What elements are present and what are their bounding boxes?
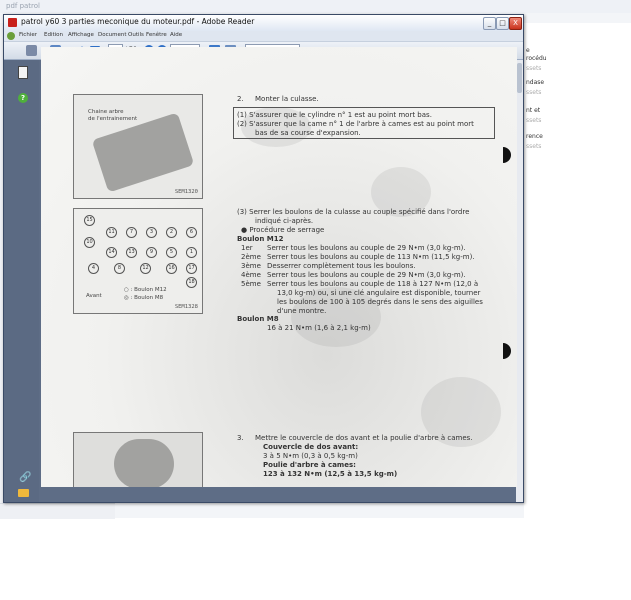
back-icon[interactable]: [7, 32, 15, 40]
sequence-text: Serrer tous les boulons au couple de 29 …: [267, 271, 466, 279]
vertical-scrollbar[interactable]: [516, 60, 523, 502]
sequence-text: 13,0 kg-m) ou, si une clé angulaire est …: [277, 289, 481, 297]
pulley-torque: 123 à 132 N•m (12,5 à 13,5 kg-m): [263, 470, 398, 478]
figure-code: SEM1328: [174, 304, 198, 310]
bolt-marker: 2: [166, 227, 177, 238]
bolt-marker: 3: [146, 227, 157, 238]
sequence-text: Serrer tous les boulons au couple de 118…: [267, 280, 479, 288]
right-text[interactable]: rence: [526, 133, 543, 140]
attachment-icon[interactable]: 🔗: [19, 472, 31, 483]
menu-outils[interactable]: Outils: [128, 32, 144, 38]
menu-fenetre[interactable]: Fenêtre: [146, 32, 167, 38]
bolt-marker: 5: [166, 247, 177, 258]
window-title: patrol y60 3 parties meconique du moteur…: [21, 17, 255, 26]
sequence-text: les boulons de 100 à 105 degrés dans le …: [277, 298, 483, 306]
sequence-step: 2ème: [241, 253, 261, 261]
bolt-marker: 12: [140, 263, 151, 274]
figure-camshaft: Chaine arbre de l'entrainement SEM1320: [73, 94, 203, 199]
sequence-step: 5ème: [241, 280, 261, 288]
bolt-marker: 8: [114, 263, 125, 274]
bolt-marker: 11: [106, 227, 117, 238]
procedure-title: ● Procédure de serrage: [241, 226, 325, 234]
right-text[interactable]: nt et: [526, 107, 540, 114]
help-icon[interactable]: ?: [18, 93, 28, 103]
note-line: (2) S'assurer que la came n° 1 de l'arbr…: [237, 120, 474, 128]
sequence-text: Desserrer complètement tous les boulons.: [267, 262, 416, 270]
step-title: Mettre le couvercle de dos avant et la p…: [255, 434, 473, 442]
adobe-reader-icon: [8, 18, 17, 27]
menu-document[interactable]: Document: [98, 32, 127, 38]
bolt-marker: 10: [84, 237, 95, 248]
legend-m12: ○ : Boulon M12: [124, 287, 167, 293]
menu-affichage[interactable]: Affichage: [68, 32, 94, 38]
right-text[interactable]: rocédu: [526, 55, 547, 62]
figure-pulley: [73, 432, 203, 487]
step-text: (3) Serrer les boulons de la culasse au …: [237, 208, 470, 216]
sequence-text: d'une montre.: [277, 307, 327, 315]
step-number: 2.: [237, 95, 244, 103]
comment-icon[interactable]: [18, 489, 29, 497]
step-number: 3.: [237, 434, 244, 442]
bolt-marker: 9: [146, 247, 157, 258]
step-title: Monter la culasse.: [255, 95, 319, 103]
reader-title-bar[interactable]: patrol y60 3 parties meconique du moteur…: [4, 15, 523, 32]
minimize-button[interactable]: _: [483, 17, 496, 30]
menu-fichier[interactable]: Fichier: [19, 32, 37, 38]
menu-aide[interactable]: Aide: [170, 32, 182, 38]
sequence-step: 1er: [241, 244, 253, 252]
sequence-text: Serrer tous les boulons au couple de 29 …: [267, 244, 466, 252]
bolt-marker: 7: [126, 227, 137, 238]
figure-code: SEM1320: [174, 189, 198, 195]
print-icon[interactable]: [26, 45, 37, 56]
bolt-marker: 6: [186, 227, 197, 238]
bolt-marker: 17: [186, 263, 197, 274]
figure-label: de l'entrainement: [88, 116, 138, 122]
front-label: Avant: [86, 293, 102, 299]
page-tab-mark: [503, 147, 511, 163]
bolt-marker: 18: [186, 277, 197, 288]
step-text: indiqué ci-après.: [255, 217, 314, 225]
legend-m8: ◎ : Boulon M8: [124, 295, 164, 301]
scroll-thumb[interactable]: [517, 63, 522, 93]
bolt-m12-heading: Boulon M12: [237, 235, 284, 243]
bolt-marker: 16: [166, 263, 177, 274]
sequence-step: 3ème: [241, 262, 261, 270]
page-tab-mark: [503, 343, 511, 359]
engine-drawing: [91, 112, 195, 193]
pulley-heading: Poulie d'arbre à cames:: [263, 461, 356, 469]
navigation-panel: ? 🔗: [4, 60, 39, 502]
bolt-m8-heading: Boulon M8: [237, 315, 279, 323]
bolt-marker: 13: [126, 247, 137, 258]
pdf-page: Chaine arbre de l'entrainement SEM1320 2…: [41, 47, 517, 487]
browser-right-content: e rocédu ssets ndase ssets nt et ssets r…: [524, 23, 631, 518]
note-line: (1) S'assurer que le cylindre n° 1 est a…: [237, 111, 432, 119]
maximize-button[interactable]: □: [496, 17, 509, 30]
note-line: bas de sa course d'expansion.: [255, 129, 361, 137]
browser-status-area: [0, 503, 115, 519]
right-text[interactable]: ndase: [526, 79, 544, 86]
figure-label: Chaine arbre: [88, 109, 124, 115]
browser-tab-title[interactable]: pdf patrol: [0, 0, 631, 13]
pulley-drawing: [114, 439, 174, 487]
close-button[interactable]: X: [509, 17, 522, 30]
bolt-marker: 15: [84, 215, 95, 226]
right-text: ssets: [526, 65, 542, 72]
right-text: ssets: [526, 117, 542, 124]
pages-icon[interactable]: [18, 66, 28, 79]
cover-heading: Couvercle de dos avant:: [263, 443, 359, 451]
right-text: ssets: [526, 89, 542, 96]
menu-edition[interactable]: Edition: [44, 32, 63, 38]
sequence-step: 4ème: [241, 271, 261, 279]
bolt-marker: 4: [88, 263, 99, 274]
menu-bar: Fichier Edition Affichage Document Outil…: [4, 31, 523, 42]
right-text: e: [526, 47, 530, 54]
cover-torque: 3 à 5 N•m (0,3 à 0,5 kg-m): [263, 452, 358, 460]
right-text: ssets: [526, 143, 542, 150]
bolt-m8-torque: 16 à 21 N•m (1,6 à 2,1 kg-m): [267, 324, 371, 332]
bolt-marker: 1: [186, 247, 197, 258]
sequence-text: Serrer tous les boulons au couple de 113…: [267, 253, 475, 261]
bolt-marker: 14: [106, 247, 117, 258]
figure-bolt-sequence: 15 11 7 3 2 6 10 14 13 9 5 1 4 8 12 16 1…: [73, 208, 203, 314]
